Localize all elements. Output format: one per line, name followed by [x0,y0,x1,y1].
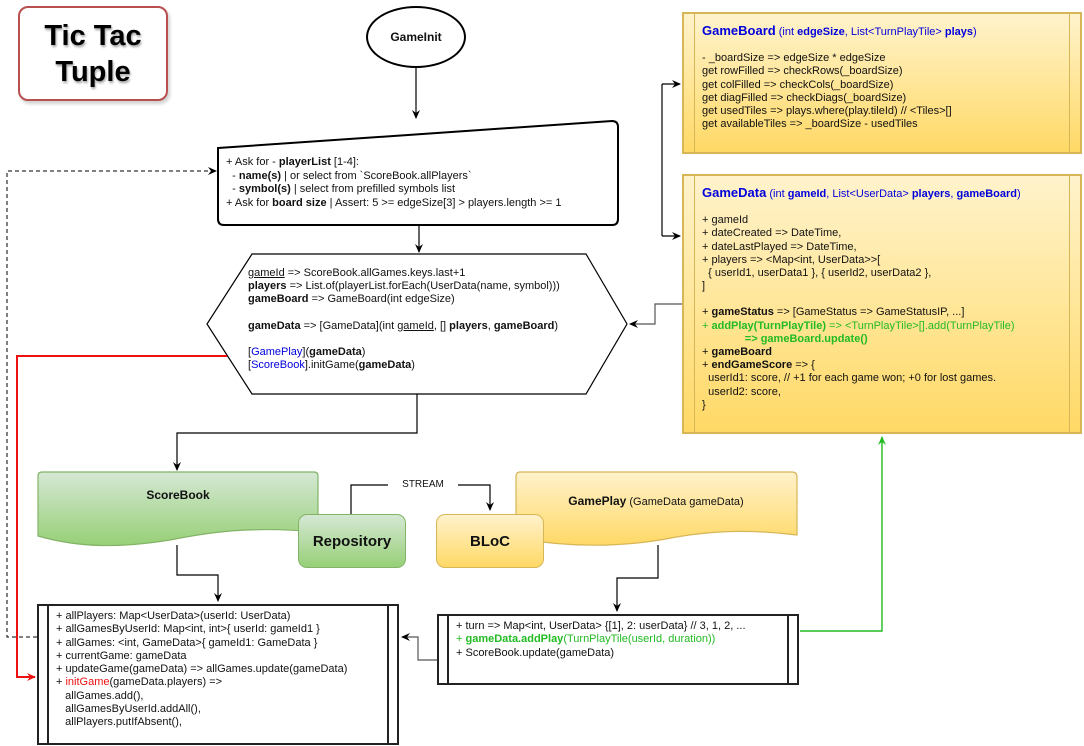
scorebook-member: + allPlayers: Map<UserData>(userId: User… [56,610,291,622]
gamedata-member: + dateLastPlayed => DateTime, [702,240,857,253]
prepare-line-gameid: gameId => ScoreBook.allGames.keys.last+1 [248,267,466,279]
prepare-line-players: players => List.of(playerList.forEach(Us… [248,280,560,293]
gameplay-member-update: + ScoreBook.update(gameData) [456,646,615,659]
gameplay-member-turn: + turn => Map<int, UserData> {[1], 2: us… [456,620,746,632]
gameplay-shape [515,471,798,546]
scorebook-members-box: + allPlayers: Map<UserData>(userId: User… [37,604,399,745]
gameplay-member-addplay: + gameData.addPlay(TurnPlayTile(userId, … [456,633,716,646]
gameboard-class-header: GameBoard (int edgeSize, List<TurnPlayTi… [702,23,977,38]
prepare-line-scorebook: [ScoreBook].initGame(gameData) [248,359,415,372]
arrow-gameplay-to-box [613,545,659,612]
gamedata-member: + dateCreated => DateTime, [702,227,842,240]
gamedata-member-status: + gameStatus => [GameStatus => GameStatu… [702,306,965,319]
arrow-scorebook-to-box [176,545,222,602]
repository-node: Repository [298,514,406,568]
gameboard-member: get diagFilled => checkDiags(_boardSize) [702,91,907,104]
scorebook-member: + updateGame(gameData) => allGames.updat… [56,663,348,676]
gameboard-member: - _boardSize => edgeSize * edgeSize [702,52,886,65]
input-line: - name(s) | or select from `ScoreBook.al… [226,169,472,182]
scorebook-member: + currentGame: gameData [56,649,187,662]
gamedata-member-addplay-cont: => gameBoard.update() [702,332,868,345]
green-addplay-arrow [800,436,886,632]
gameinit-start-node: GameInit [366,6,466,68]
gamedata-member: userId2: score, [702,385,781,398]
prepare-line-gameboard: gameBoard => GameBoard(int edgeSize) [248,293,455,306]
prepare-line-gamedata: gameData => [GameData](int gameId, [] pl… [248,319,559,332]
gameboard-member: get usedTiles => plays.where(play.tileId… [702,105,952,118]
repository-label: Repository [312,532,392,550]
diagram-title-box: Tic Tac Tuple [18,6,168,101]
prepare-line-gameplay: [GamePlay](gameData) [248,345,366,358]
gamedata-member-gameboard: + gameBoard [702,346,773,359]
bloc-label: BLoC [470,532,510,550]
prepare-step-text: gameId => ScoreBook.allGames.keys.last+1… [248,267,608,372]
dashed-loop-arrow [6,167,217,638]
diagram-title: Tic Tac Tuple [44,19,142,88]
gamedata-member-addplay: + addPlay(TurnPlayTile) => <TurnPlayTile… [702,319,1015,332]
scorebook-member: + allGamesByUserId: Map<int, int>{ userI… [56,623,320,636]
stream-label: STREAM [388,479,458,490]
arrow-gameplay-to-scorebook [401,633,437,661]
gamedata-member: ] [702,280,706,293]
gamedata-member: } [702,398,706,411]
gameboard-member: get colFilled => checkCols(_boardSize) [702,78,894,91]
input-line: + Ask for - playerList [1-4]: [226,156,359,168]
scorebook-shape [37,471,319,547]
gamedata-class-box: GameData (int gameId, List<UserData> pla… [682,174,1082,434]
gamedata-class-header: GameData (int gameId, List<UserData> pla… [702,185,1021,200]
scorebook-component-label: ScoreBook [146,488,210,502]
scorebook-member: allGames.add(), [56,689,144,702]
gamedata-member: + gameId [702,214,749,227]
gameboard-class-box: GameBoard (int edgeSize, List<TurnPlayTi… [682,12,1082,154]
scorebook-member: + allGames: <int, GameData>{ gameId1: Ga… [56,636,318,649]
arrow-gamedata-to-prepare [629,303,682,328]
gameboard-member: get availableTiles => _boardSize - usedT… [702,118,918,131]
scorebook-member: allPlayers.putIfAbsent(), [56,716,182,729]
bloc-node: BLoC [436,514,544,568]
gameplay-component-label: GamePlay (GameData gameData) [568,494,744,508]
gameinit-label: GameInit [390,30,442,44]
input-line: - symbol(s) | select from prefilled symb… [226,183,456,195]
input-step-text: + Ask for - playerList [1-4]: - name(s) … [226,156,616,210]
gamedata-member-endscore: + endGameScore => { [702,359,815,372]
gamedata-member: + players => <Map<int, UserData>>[ [702,253,881,266]
scorebook-member-initgame: + initGame(gameData.players) => [56,676,223,689]
gameplay-link[interactable]: GamePlay [251,346,302,358]
gameboard-member: get rowFilled => checkRows(_boardSize) [702,65,903,78]
gamedata-member: { userId1, userData1 }, { userId2, userD… [702,267,932,280]
arrow-prepare-to-scorebook [173,394,418,471]
scorebook-member: allGamesByUserId.addAll(), [56,703,201,716]
input-line: + Ask for board size | Assert: 5 >= edge… [226,196,562,209]
scorebook-link[interactable]: ScoreBook [251,359,305,371]
gameplay-members-box: + turn => Map<int, UserData> {[1], 2: us… [437,614,799,685]
gamedata-member: userId1: score, // +1 for each game won;… [702,372,997,385]
